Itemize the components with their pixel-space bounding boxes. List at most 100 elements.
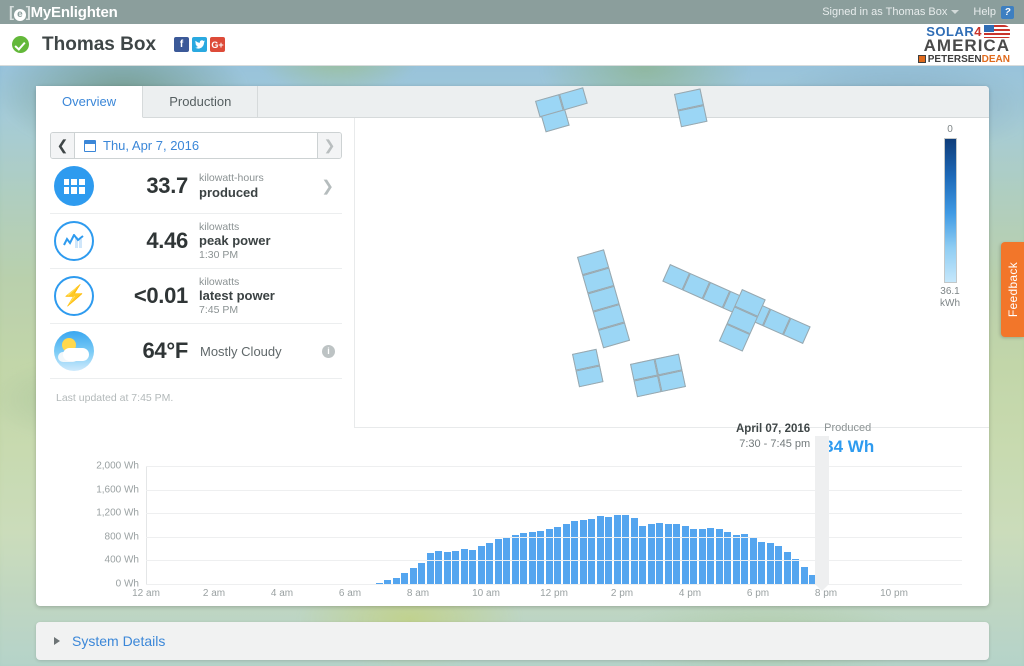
solar-array-map[interactable] bbox=[355, 0, 989, 427]
chart-bar[interactable] bbox=[418, 562, 426, 584]
overview-body: ❮ Thu, Apr 7, 2016 ❯ 33.7 kilowatt-hours… bbox=[36, 0, 989, 428]
twitter-icon[interactable] bbox=[192, 37, 208, 52]
info-icon[interactable]: i bbox=[322, 344, 335, 358]
triangle-right-icon bbox=[54, 637, 60, 645]
array-visualization-panel[interactable]: 0 36.1 kWh bbox=[354, 0, 989, 428]
legend-gradient-bar bbox=[943, 138, 957, 283]
chart-bar[interactable] bbox=[724, 532, 732, 584]
square-mark-icon bbox=[917, 54, 926, 63]
chart-tooltip: April 07, 2016 7:30 - 7:45 pm Produced 3… bbox=[736, 422, 874, 457]
chart-bar[interactable] bbox=[494, 539, 502, 584]
chart-bar[interactable] bbox=[469, 549, 477, 584]
chart-bar[interactable] bbox=[758, 541, 766, 584]
chart-bar[interactable] bbox=[775, 546, 783, 584]
chart-bar[interactable] bbox=[766, 542, 774, 584]
solar-panel[interactable] bbox=[657, 370, 686, 393]
chart-bar[interactable] bbox=[452, 550, 460, 584]
chart-bar[interactable] bbox=[639, 525, 647, 584]
chart-bar[interactable] bbox=[443, 552, 451, 584]
app-logo[interactable]: [e] MyEnlighten bbox=[0, 4, 118, 21]
chart-bar[interactable] bbox=[792, 559, 800, 584]
selected-date: Thu, Apr 7, 2016 bbox=[103, 138, 200, 153]
legend-bottom-unit: kWh bbox=[940, 297, 960, 309]
production-color-legend: 0 36.1 kWh bbox=[935, 124, 965, 309]
y-axis-tick-label: 800 Wh bbox=[104, 531, 139, 543]
next-day-button[interactable]: ❯ bbox=[317, 133, 341, 158]
chart-bar[interactable] bbox=[409, 568, 417, 584]
y-axis-tick-label: 1,600 Wh bbox=[96, 484, 139, 496]
chart-bar[interactable] bbox=[477, 546, 485, 584]
system-details-section[interactable]: System Details bbox=[36, 622, 989, 660]
x-axis-tick-label: 6 am bbox=[338, 588, 362, 599]
chart-bar[interactable] bbox=[460, 548, 468, 584]
chart-bars[interactable] bbox=[146, 466, 962, 584]
help-link[interactable]: Help? bbox=[973, 5, 1014, 19]
chart-bar[interactable] bbox=[673, 524, 681, 584]
summary-panel: ❮ Thu, Apr 7, 2016 ❯ 33.7 kilowatt-hours… bbox=[36, 118, 354, 428]
chevron-down-icon bbox=[951, 10, 960, 15]
chart-bar[interactable] bbox=[741, 534, 749, 584]
stat-latest-power: ⚡ <0.01 kilowatts latest power 7:45 PM bbox=[50, 269, 342, 324]
chart-bar[interactable] bbox=[622, 514, 630, 584]
chart-bar[interactable] bbox=[579, 520, 587, 584]
signed-in-menu[interactable]: Signed in as Thomas Box bbox=[822, 6, 960, 18]
chart-bar[interactable] bbox=[401, 572, 409, 584]
chart-bar[interactable] bbox=[588, 519, 596, 584]
chevron-right-icon[interactable]: ❯ bbox=[321, 177, 334, 195]
y-axis-tick-label: 1,200 Wh bbox=[96, 507, 139, 519]
chart-bar[interactable] bbox=[562, 524, 570, 584]
tab-production[interactable]: Production bbox=[143, 86, 259, 118]
tab-overview[interactable]: Overview bbox=[36, 86, 144, 118]
facebook-icon[interactable]: f bbox=[174, 37, 190, 52]
x-axis-tick-label: 10 am bbox=[472, 588, 500, 599]
gridline bbox=[146, 489, 962, 491]
chart-bar[interactable] bbox=[630, 517, 638, 584]
previous-day-button[interactable]: ❮ bbox=[51, 133, 75, 158]
question-mark-icon: ? bbox=[1001, 5, 1014, 19]
produced-value: 33.7 bbox=[146, 173, 188, 198]
chart-plot-area[interactable]: 0 Wh 400 Wh 800 Wh 1,200 Wh 1,600 Wh 2,000 Wh… bbox=[96, 436, 962, 599]
check-circle-icon bbox=[12, 36, 29, 53]
chart-bar[interactable] bbox=[435, 550, 443, 584]
google-plus-icon[interactable]: G+ bbox=[210, 37, 226, 52]
chart-bar[interactable] bbox=[681, 526, 689, 584]
gridline bbox=[146, 466, 962, 467]
chart-bar[interactable] bbox=[537, 530, 545, 584]
solar-panel[interactable] bbox=[633, 375, 662, 398]
logo-america-text: AMERICA bbox=[923, 35, 1010, 55]
chart-bar[interactable] bbox=[647, 524, 655, 584]
peak-power-label: peak power bbox=[199, 233, 271, 249]
chart-bar[interactable] bbox=[486, 542, 494, 584]
chart-bar[interactable] bbox=[613, 514, 621, 584]
chart-bar[interactable] bbox=[426, 553, 434, 584]
stat-produced[interactable]: 33.7 kilowatt-hours produced ❯ bbox=[50, 159, 342, 214]
chart-bar[interactable] bbox=[664, 523, 672, 584]
chart-bar[interactable] bbox=[596, 516, 604, 584]
feedback-tab[interactable]: Feedback bbox=[1001, 242, 1024, 337]
date-navigator: ❮ Thu, Apr 7, 2016 ❯ bbox=[50, 132, 342, 159]
produced-text: kilowatt-hours produced bbox=[199, 172, 264, 200]
partly-cloudy-icon bbox=[54, 331, 94, 371]
solar-panel[interactable] bbox=[575, 365, 604, 388]
logo-dean-text: DEAN bbox=[981, 53, 1010, 65]
american-flag-icon bbox=[984, 24, 1010, 38]
chart-bar[interactable] bbox=[656, 523, 664, 584]
partner-logo: SOLAR4 AMERICA PETERSENDEAN bbox=[917, 24, 1010, 65]
chart-bar[interactable] bbox=[571, 521, 579, 584]
gridline bbox=[146, 584, 962, 585]
chart-bar[interactable] bbox=[800, 567, 808, 584]
chart-bar[interactable] bbox=[783, 552, 791, 584]
peak-power-value: 4.46 bbox=[146, 228, 188, 253]
temperature-value: 64°F bbox=[142, 338, 188, 363]
gridline bbox=[146, 560, 962, 562]
brand-bracket-left: [ bbox=[9, 3, 14, 21]
date-picker[interactable]: Thu, Apr 7, 2016 bbox=[75, 133, 317, 158]
legend-bottom-value: 36.1 bbox=[940, 286, 960, 297]
chart-bar[interactable] bbox=[605, 517, 613, 584]
chart-bar[interactable] bbox=[528, 532, 536, 584]
x-axis-tick-label: 4 am bbox=[270, 588, 294, 599]
x-axis-tick-label: 2 am bbox=[202, 588, 226, 599]
peak-power-chart-icon bbox=[54, 221, 94, 261]
signed-in-label: Signed in as Thomas Box bbox=[822, 6, 948, 18]
chart-bar[interactable] bbox=[520, 533, 528, 584]
